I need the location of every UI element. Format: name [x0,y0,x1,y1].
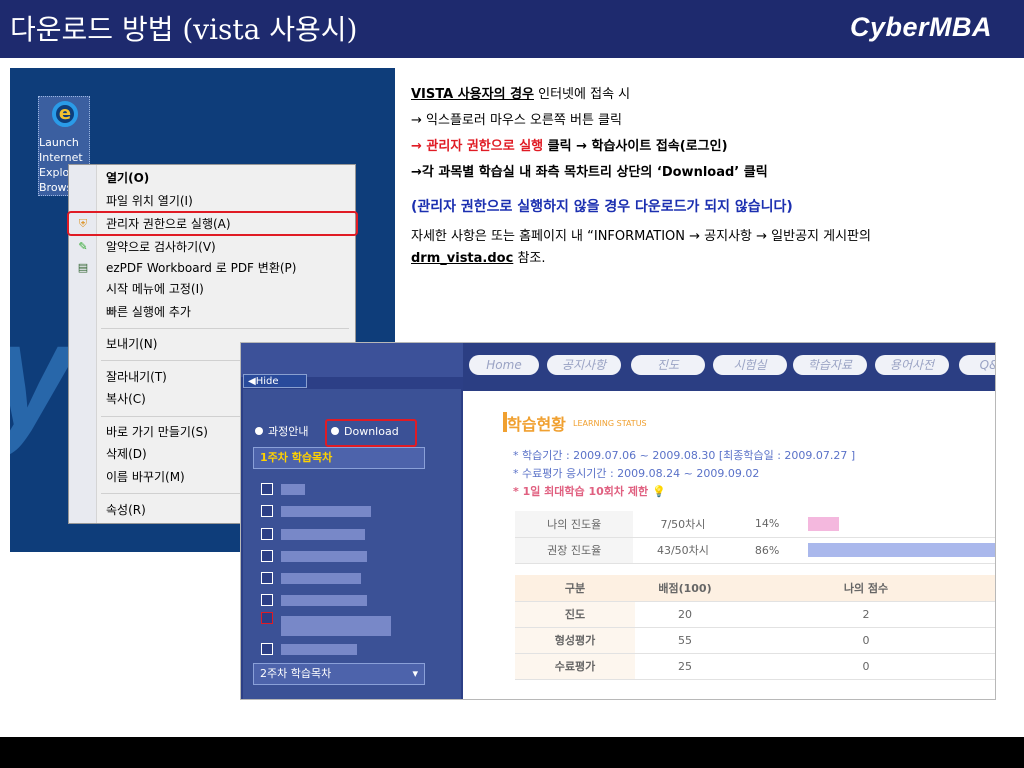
table-row: 권장 진도율 43/50차시 86% [515,537,995,564]
menu-item-pdf-convert[interactable]: ▤ ezPDF Workboard 로 PDF 변환(P) [69,257,355,279]
instruction-line-3: → 관리자 권한으로 실행 클릭 → 학습사이트 접속(로그인) [411,139,728,154]
tab-materials[interactable]: 학습자료 [793,355,867,375]
tab-notice[interactable]: 공지사항 [547,355,621,375]
tab-progress[interactable]: 진도 [631,355,705,375]
chevron-down-icon: ▾ [412,667,418,680]
week1-toc[interactable]: 1주차 학습목차 [253,447,425,469]
tree-node[interactable] [261,572,273,584]
menu-item-open[interactable]: 열기(O) [69,167,355,189]
info-exam-period: * 수료평가 응시기간 : 2009.08.24 ~ 2009.09.02 [513,467,760,480]
tab-home[interactable]: Home [469,355,539,375]
score-table: 구분 배점(100) 나의 점수 진도 20 2 형성평가 55 0 수료평가 25 0 [515,575,995,680]
tree-node[interactable] [261,643,273,655]
radio-icon [255,427,263,435]
tree-node[interactable] [261,550,273,562]
instructions: VISTA 사용자의 경우 인터넷에 접속 시 → 익스플로러 마우스 오른쪽 … [411,82,1011,270]
week2-toc-select[interactable]: 2주차 학습목차 ▾ [253,663,425,685]
menu-item-open-location[interactable]: 파일 위치 열기(I) [69,190,355,212]
lms-screenshot: ◀Hide 과정안내 Download 1주차 학습목차 2주차 학습목차 ▾ H… [240,342,996,700]
progress-bar-recommended [807,543,995,557]
lightbulb-icon: 💡 [651,485,666,498]
tree-node[interactable] [261,483,273,495]
table-row: 나의 진도율 7/50차시 14% [515,511,995,538]
slide-header: 다운로드 방법 (vista 사용시) CyberMBA [0,0,1024,60]
tab-exam[interactable]: 시험실 [713,355,787,375]
progress-bar-mine [807,516,839,531]
internet-explorer-icon: e [52,101,78,127]
tree-node-checked[interactable] [261,612,273,624]
status-subtitle: LEARNING STATUS [573,419,647,428]
instruction-line-1: VISTA 사용자의 경우 인터넷에 접속 시 [411,87,631,102]
cybermba-logo: CyberMBA [849,12,992,42]
status-title: 학습현황 [507,415,566,434]
progress-table: 나의 진도율 7/50차시 14% 권장 진도율 43/50차시 86% [515,511,995,564]
menu-separator [101,328,349,329]
table-row: 형성평가 55 0 [515,627,995,654]
instruction-line-4: →각 과목별 학습실 내 좌측 목차트리 상단의 ‘Download’ 클릭 [411,165,768,180]
drm-vista-doc-link[interactable]: drm_vista.doc [411,251,513,266]
tree-node[interactable] [261,505,273,517]
info-limit: * 1일 최대학습 10회차 제한 💡 [513,485,666,498]
instruction-line-2: → 익스플로러 마우스 오른쪽 버튼 클릭 [411,113,622,128]
menu-item-quick-launch[interactable]: 빠른 실행에 추가 [69,301,355,323]
warning-note: (관리자 권한으로 실행하지 않을 경우 다운로드가 되지 않습니다) [411,199,793,215]
info-period: * 학습기간 : 2009.07.06 ~ 2009.08.30 [최종학습일 … [513,449,856,462]
tab-qa[interactable]: Q& [959,355,995,375]
run-as-admin-highlight [67,211,358,236]
table-header-row: 구분 배점(100) 나의 점수 [515,575,995,602]
hide-button[interactable]: ◀Hide [243,374,307,388]
menu-item-pin-start[interactable]: 시작 메뉴에 고정(I) [69,278,355,300]
tab-glossary[interactable]: 용어사전 [875,355,949,375]
slide-title: 다운로드 방법 (vista 사용시) [10,13,358,46]
lms-sidebar: ◀Hide 과정안내 Download 1주차 학습목차 2주차 학습목차 ▾ [241,343,463,699]
course-info-option[interactable]: 과정안내 [255,425,308,439]
table-row: 수료평가 25 0 [515,653,995,680]
tree-node[interactable] [261,528,273,540]
tree-node[interactable] [261,594,273,606]
lms-main: Home 공지사항 진도 시험실 학습자료 용어사전 Q& 학습현황 LEARN… [463,343,995,699]
table-row: 진도 20 2 [515,601,995,628]
menu-item-scan[interactable]: ✎ 알약으로 검사하기(V) [69,236,355,258]
instruction-line-6: 자세한 사항은 또는 홈페이지 내 “INFORMATION → 공지사항 → … [411,229,871,266]
slide-footer [0,737,1024,768]
pdf-icon: ▤ [77,261,89,274]
download-highlight [325,419,417,447]
pill-icon: ✎ [78,240,88,253]
lms-nav: Home 공지사항 진도 시험실 학습자료 용어사전 Q& [463,343,995,391]
